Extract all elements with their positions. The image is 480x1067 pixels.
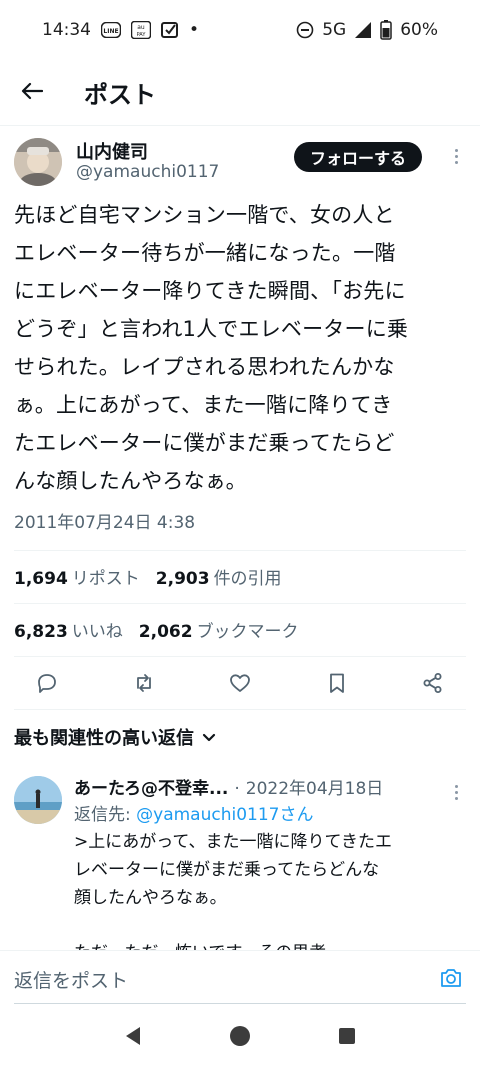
follow-button[interactable]: フォローする	[294, 142, 423, 172]
reposts-stat[interactable]: 1,694 リポスト	[14, 564, 140, 589]
post-text-line: どうぞ」と言われ1人でエレベーターに乗	[14, 317, 409, 341]
post-text-line: にエレベーター降りてきた瞬間、「お先に	[14, 279, 406, 303]
nav-home-icon[interactable]	[229, 1025, 251, 1051]
reply-text-line: >上にあがって、また一階に降りてきたエ	[74, 832, 393, 852]
post-text: 先ほど自宅マンション一階で、女の人と エレベーター待ちが一緒になった。一階 にエ…	[14, 196, 468, 500]
reply-input[interactable]: 返信をポスト	[14, 966, 128, 993]
post-text-line: んな顔したんやろなぁ。	[14, 469, 247, 493]
system-nav-bar	[0, 1008, 480, 1067]
reply-text-cutoff: ただ、ただ、怖いです、その思考	[74, 938, 326, 950]
camera-icon	[439, 967, 463, 993]
reply-to: 返信先: @yamauchi0117さん	[74, 800, 313, 825]
back-button[interactable]	[0, 60, 64, 126]
like-icon[interactable]	[227, 670, 253, 696]
page-title: ポスト	[84, 81, 156, 109]
post-more-button[interactable]	[446, 146, 466, 166]
battery-icon	[380, 20, 392, 40]
stats-row-reposts: 1,694 リポスト 2,903 件の引用	[14, 550, 466, 602]
nav-back-icon[interactable]	[124, 1026, 142, 1050]
reply-author-name[interactable]: あーたろ@不登幸...	[74, 774, 228, 799]
replies-sort-toggle[interactable]: 最も関連性の高い返信	[14, 724, 216, 750]
camera-button[interactable]	[436, 965, 466, 995]
reply-item[interactable]: あーたろ@不登幸... · 2022年04月18日 返信先: @yamauchi…	[14, 770, 466, 950]
network-label: 5G	[322, 20, 347, 40]
author-handle[interactable]: @yamauchi0117	[76, 162, 219, 182]
repost-icon[interactable]	[131, 670, 157, 696]
top-app-bar: ポスト	[0, 60, 480, 126]
composer-underline	[14, 1003, 466, 1004]
reply-to-mention[interactable]: @yamauchi0117さん	[136, 805, 313, 825]
post-actions	[14, 656, 466, 710]
stats-row-likes: 6,823 いいね 2,062 ブックマーク	[14, 603, 466, 655]
arrow-left-icon	[21, 82, 44, 104]
status-bar: 14:34 LINE au PAY • 5G 60%	[0, 0, 480, 60]
signal-icon	[354, 22, 372, 38]
likes-stat[interactable]: 6,823 いいね	[14, 617, 123, 642]
author-name[interactable]: 山内健司	[76, 138, 148, 164]
svg-text:LINE: LINE	[103, 28, 118, 35]
reply-text-line: 顔したんやろなぁ。	[74, 888, 227, 908]
bookmarks-stat[interactable]: 2,062 ブックマーク	[139, 617, 299, 642]
svg-text:PAY: PAY	[137, 32, 147, 38]
bookmark-icon[interactable]	[324, 670, 350, 696]
reply-avatar[interactable]	[14, 776, 62, 824]
battery-label: 60%	[400, 20, 438, 40]
checkbox-icon	[161, 21, 179, 39]
svg-text:au: au	[137, 24, 145, 31]
reply-date-sep: ·	[234, 779, 240, 799]
reply-date: 2022年04月18日	[245, 779, 384, 799]
post-timestamp: 2011年07月24日 4:38	[14, 513, 196, 533]
post-text-line: せられた。レイプされる思われたんかな	[14, 355, 395, 379]
reply-text: >上にあがって、また一階に降りてきたエ レベーターに僕がまだ乗ってたらどんな 顔…	[74, 828, 466, 912]
reply-text-line: レベーターに僕がまだ乗ってたらどんな	[74, 860, 380, 880]
status-time: 14:34	[42, 20, 91, 40]
reply-header: あーたろ@不登幸... · 2022年04月18日	[74, 774, 383, 799]
reply-to-prefix: 返信先:	[74, 805, 137, 825]
do-not-disturb-icon	[296, 21, 314, 39]
share-icon[interactable]	[420, 670, 446, 696]
chevron-down-icon	[202, 727, 216, 748]
quotes-stat[interactable]: 2,903 件の引用	[156, 564, 282, 589]
replies-header-label: 最も関連性の高い返信	[14, 728, 194, 749]
post-text-line: エレベーター待ちが一緒になった。一階	[14, 241, 396, 265]
reply-composer: 返信をポスト	[0, 950, 480, 1008]
au-pay-icon: au PAY	[131, 21, 151, 39]
reply-more-button[interactable]	[446, 782, 466, 802]
post-text-line: たエレベーターに僕がまだ乗ってたらど	[14, 431, 395, 455]
author-avatar[interactable]	[14, 138, 62, 186]
post-text-line: 先ほど自宅マンション一階で、女の人と	[14, 203, 395, 227]
post-text-line: ぁ。上にあがって、また一階に降りてき	[14, 393, 393, 417]
more-vertical-icon	[454, 148, 458, 164]
nav-recents-icon[interactable]	[338, 1027, 356, 1049]
more-vertical-icon	[454, 784, 458, 800]
line-icon: LINE	[101, 22, 121, 38]
reply-icon[interactable]	[34, 670, 60, 696]
status-dot: •	[189, 20, 200, 40]
post-author: 山内健司 @yamauchi0117 フォローする	[14, 134, 466, 190]
